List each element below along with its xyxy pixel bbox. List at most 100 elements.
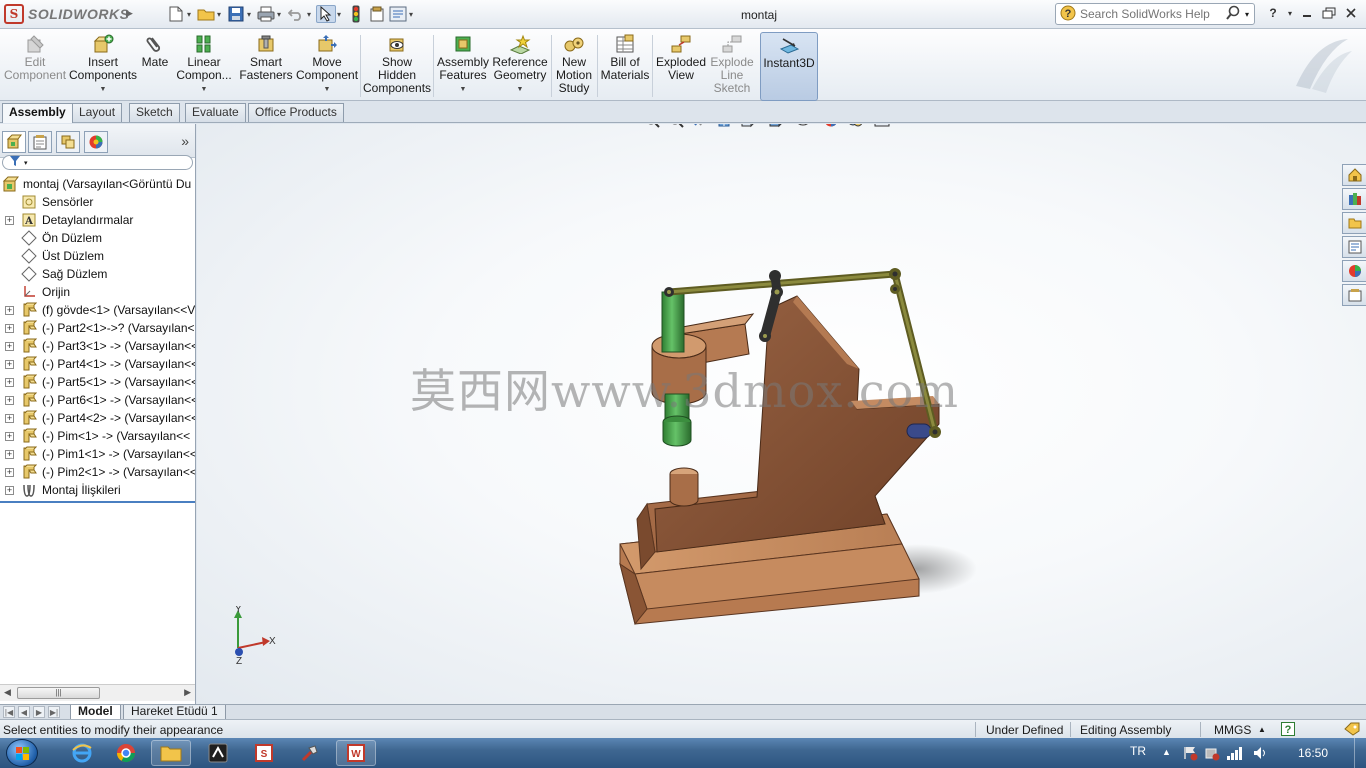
tab-sketch[interactable]: Sketch	[129, 103, 180, 122]
new-motion-study-button[interactable]: New Motion Study	[553, 32, 595, 100]
tab-evaluate[interactable]: Evaluate	[185, 103, 246, 122]
tree-node[interactable]: + A Detaylandırmalar	[0, 211, 195, 229]
select-dropdown-icon[interactable]: ▾	[337, 10, 345, 19]
tab-assembly[interactable]: Assembly	[2, 103, 73, 123]
options-icon[interactable]	[388, 5, 408, 23]
expand-toggle-icon[interactable]: +	[5, 324, 14, 333]
search-dropdown-icon[interactable]: ▾	[1245, 10, 1249, 19]
expand-toggle-icon[interactable]: +	[5, 432, 14, 441]
move-component-dropdown-icon[interactable]: ▼	[324, 83, 331, 96]
tree-node[interactable]: + (-) Part4<1> -> (Varsayılan<<	[0, 355, 195, 373]
show-desktop-button[interactable]	[1354, 738, 1366, 768]
tree-node[interactable]: Sağ Düzlem	[0, 265, 195, 283]
tree-node[interactable]: + (-) Part5<1> -> (Varsayılan<<	[0, 373, 195, 391]
tab-motion-study-1[interactable]: Hareket Etüdü 1	[123, 705, 226, 720]
internet-explorer-icon[interactable]	[62, 740, 102, 766]
edit-component-button[interactable]: Edit Component	[4, 32, 66, 100]
help-search-input[interactable]	[1080, 7, 1225, 21]
move-component-button[interactable]: Move Component ▼	[296, 32, 358, 100]
app-taskbar-icon[interactable]	[198, 740, 238, 766]
select-cursor-icon[interactable]	[316, 5, 336, 23]
undo-icon[interactable]	[286, 5, 306, 23]
tree-node[interactable]: + (-) Part3<1> -> (Varsayılan<<	[0, 337, 195, 355]
mate-button[interactable]: Mate	[139, 32, 171, 100]
print-icon[interactable]	[256, 5, 276, 23]
bill-of-materials-button[interactable]: Bill of Materials	[600, 32, 650, 100]
tree-filter-box[interactable]: ▾	[2, 155, 193, 170]
feature-tree-tab-icon[interactable]	[2, 131, 26, 153]
expand-toggle-icon[interactable]: +	[5, 342, 14, 351]
tree-node[interactable]: + (-) Part4<2> -> (Varsayılan<<	[0, 409, 195, 427]
help-menu-icon[interactable]: ?	[1264, 5, 1282, 21]
prev-tab-icon[interactable]: ◀	[18, 706, 30, 718]
linear-pattern-dropdown-icon[interactable]: ▼	[201, 83, 208, 96]
units-dropdown-icon[interactable]: ▲	[1258, 725, 1266, 734]
exploded-view-button[interactable]: Exploded View	[655, 32, 707, 100]
graphics-area[interactable]: ▾▾▾▾▾	[197, 124, 1366, 704]
tree-node[interactable]: + (-) Part6<1> -> (Varsayılan<<	[0, 391, 195, 409]
tab-office-products[interactable]: Office Products	[248, 103, 344, 122]
expand-panel-icon[interactable]: »	[181, 133, 189, 149]
configuration-manager-tab-icon[interactable]	[56, 131, 80, 153]
solidworks-edrawings-icon[interactable]: S	[244, 740, 284, 766]
language-indicator[interactable]: TR	[1130, 744, 1146, 758]
display-manager-tab-icon[interactable]	[84, 131, 108, 153]
new-document-icon[interactable]	[166, 5, 186, 23]
expand-toggle-icon[interactable]: +	[5, 378, 14, 387]
show-hidden-components-button[interactable]: Show Hidden Components	[363, 32, 431, 100]
units-selector[interactable]: MMGS	[1214, 723, 1251, 737]
options-dropdown-icon[interactable]: ▾	[409, 10, 417, 19]
new-dropdown-icon[interactable]: ▾	[187, 10, 195, 19]
scroll-right-icon[interactable]: ▶	[184, 687, 191, 698]
assembly-features-dropdown-icon[interactable]: ▼	[460, 83, 467, 96]
help-dropdown-icon[interactable]: ▾	[1286, 5, 1294, 21]
filter-dropdown-icon[interactable]: ▾	[24, 159, 28, 167]
tab-layout[interactable]: Layout	[72, 103, 123, 122]
next-tab-icon[interactable]: ▶	[33, 706, 45, 718]
chrome-icon[interactable]	[106, 740, 146, 766]
tree-node[interactable]: Sensörler	[0, 193, 195, 211]
tree-node[interactable]: + (-) Pim1<1> -> (Varsayılan<<	[0, 445, 195, 463]
print-dropdown-icon[interactable]: ▾	[277, 10, 285, 19]
expand-toggle-icon[interactable]: +	[5, 486, 14, 495]
scroll-left-icon[interactable]: ◀	[4, 687, 11, 698]
close-icon[interactable]	[1342, 5, 1360, 21]
tree-node[interactable]: Orijin	[0, 283, 195, 301]
undo-dropdown-icon[interactable]: ▾	[307, 10, 315, 19]
reference-geometry-dropdown-icon[interactable]: ▼	[517, 83, 524, 96]
tree-node[interactable]: + (-) Pim2<1> -> (Varsayılan<<	[0, 463, 195, 481]
insert-components-dropdown-icon[interactable]: ▼	[100, 83, 107, 96]
rebuild-traffic-light-icon[interactable]	[346, 5, 366, 23]
expand-toggle-icon[interactable]: +	[5, 450, 14, 459]
smart-fasteners-button[interactable]: Smart Fasteners	[238, 32, 294, 100]
minimize-icon[interactable]	[1298, 5, 1316, 21]
scrollbar-thumb[interactable]: |||	[17, 687, 100, 699]
tree-root-assembly[interactable]: montaj (Varsayılan<Görüntü Du	[0, 175, 195, 193]
tab-model[interactable]: Model	[70, 705, 121, 720]
tree-node[interactable]: + (-) Pim<1> -> (Varsayılan<<	[0, 427, 195, 445]
file-properties-icon[interactable]	[367, 5, 387, 23]
save-dropdown-icon[interactable]: ▾	[247, 10, 255, 19]
expand-toggle-icon[interactable]: +	[5, 468, 14, 477]
action-center-flag-icon[interactable]	[1182, 745, 1198, 764]
last-tab-icon[interactable]: ▶|	[48, 706, 60, 718]
volume-icon[interactable]	[1252, 745, 1270, 764]
tree-node[interactable]: + (-) Part2<1>->? (Varsayılan<	[0, 319, 195, 337]
explode-line-sketch-button[interactable]: Explode Line Sketch	[708, 32, 756, 100]
tree-node[interactable]: Üst Düzlem	[0, 247, 195, 265]
tool-taskbar-icon[interactable]	[290, 740, 330, 766]
open-dropdown-icon[interactable]: ▾	[217, 10, 225, 19]
solidworks-taskbar-icon[interactable]: W	[336, 740, 376, 766]
assembly-features-button[interactable]: Assembly Features ▼	[436, 32, 490, 100]
expand-toggle-icon[interactable]: +	[5, 396, 14, 405]
tree-node[interactable]: Ön Düzlem	[0, 229, 195, 247]
insert-components-button[interactable]: Insert Components ▼	[69, 32, 137, 100]
first-tab-icon[interactable]: |◀	[3, 706, 15, 718]
tree-node[interactable]: + Montaj İlişkileri	[0, 481, 195, 499]
reference-geometry-button[interactable]: Reference Geometry ▼	[492, 32, 548, 100]
restore-icon[interactable]	[1320, 5, 1338, 21]
system-clock[interactable]: 16:50	[1298, 746, 1328, 760]
tree-horizontal-scrollbar[interactable]: ◀ ||| ▶	[0, 684, 195, 701]
quick-tips-icon[interactable]: ?	[1281, 722, 1295, 739]
solidworks-logo[interactable]: S SOLIDWORKS	[4, 4, 129, 24]
